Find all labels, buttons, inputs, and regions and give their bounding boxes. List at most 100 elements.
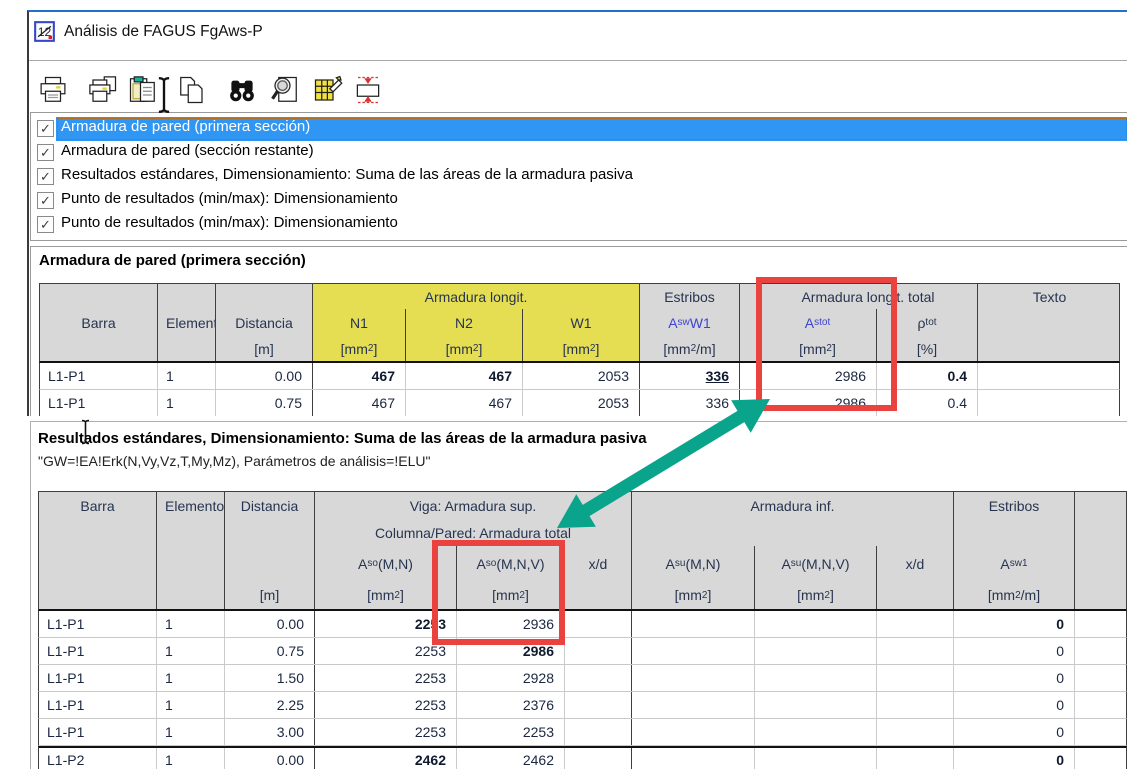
- cell-elemento: 1: [156, 748, 224, 769]
- col-xd: x/d: [876, 546, 953, 581]
- cell-w1: 2053: [522, 363, 639, 389]
- list-item-punto-resultados-1[interactable]: ✓ Punto de resultados (min/max): Dimensi…: [31, 189, 1127, 213]
- cell-n2: 467: [405, 390, 522, 416]
- unit-pct: [%]: [876, 336, 977, 361]
- cell-distancia: 1.50: [224, 665, 314, 691]
- cell-aso-mn: 2253: [314, 692, 456, 718]
- cell-n2: 467: [405, 363, 522, 389]
- table-row: L1-P1 1 2.25 2253 2376 0: [38, 692, 1127, 719]
- section-heading: Resultados estándares, Dimensionamiento:…: [38, 430, 647, 447]
- col-aso-mn: Aso(M,N): [314, 546, 456, 581]
- cell-rho: 0.4: [876, 390, 977, 416]
- cell-xd: [876, 665, 953, 691]
- list-item-label: Resultados estándares, Dimensionamiento:…: [61, 166, 633, 183]
- list-item-label: Armadura de pared (primera sección): [61, 118, 310, 135]
- group-armadura-total: Armadura longit. total: [758, 284, 977, 309]
- window-title: Análisis de FAGUS FgAws-P: [64, 23, 263, 41]
- col-xd: x/d: [564, 546, 631, 581]
- table-row: L1-P1 1 3.00 2253 2253 0: [38, 719, 1127, 746]
- col-w1: W1: [522, 309, 639, 336]
- list-item-punto-resultados-2[interactable]: ✓ Punto de resultados (min/max): Dimensi…: [31, 213, 1127, 237]
- table-row: L1-P2 1 0.00 2462 2462 0: [38, 746, 1127, 769]
- cell-asu-mn: [631, 665, 754, 691]
- check-icon: ✓: [40, 170, 51, 183]
- unit-mm2: [mm2]: [758, 336, 876, 361]
- list-item-resultados-estandares[interactable]: ✓ Resultados estándares, Dimensionamient…: [31, 165, 1127, 189]
- col-asw-w1: Asw W1: [639, 309, 739, 336]
- cell-asu-mn: [631, 692, 754, 718]
- checkbox[interactable]: ✓: [37, 192, 54, 209]
- col-n2: N2: [405, 309, 522, 336]
- unit-mm2m: [mm2/m]: [639, 336, 739, 361]
- col-barra: Barra: [39, 492, 156, 520]
- list-item-armadura-restante[interactable]: ✓ Armadura de pared (sección restante): [31, 141, 1127, 165]
- cell-aso-mnv: 2462: [456, 748, 564, 769]
- group-armadura-longit: Armadura longit.: [312, 284, 639, 309]
- cell-asw1: 0: [953, 748, 1074, 769]
- group-estribos: Estribos: [639, 284, 739, 309]
- cell-distancia: 0.75: [224, 638, 314, 664]
- cell-aso-mnv: 2253: [456, 719, 564, 745]
- print-icon[interactable]: [38, 75, 68, 105]
- table-row: L1-P1 1 0.75 2253 2986 0: [38, 638, 1127, 665]
- list-item-armadura-primera[interactable]: ✓ Armadura de pared (primera sección): [31, 117, 1127, 141]
- table-row: L1-P1 1 0.75 467 467 2053 336 2986 0.4: [39, 390, 1120, 416]
- cell-aso-mnv: 2936: [456, 611, 564, 637]
- fit-page-height-icon[interactable]: [353, 75, 383, 105]
- cell-asu-mnv: [754, 665, 876, 691]
- col-astot: Astot: [758, 309, 876, 336]
- find-icon[interactable]: [227, 75, 257, 105]
- col-rho-tot: ρtot: [876, 309, 977, 336]
- col-aso-mnv: Aso(M,N,V): [456, 546, 564, 581]
- cell-aso-mn: 2253: [314, 719, 456, 745]
- cell-asw1: 0: [953, 719, 1074, 745]
- cell-distancia: 0.00: [215, 363, 312, 389]
- table-row: L1-P1 1 1.50 2253 2928 0: [38, 665, 1127, 692]
- unit-mm2: [mm2]: [631, 581, 754, 609]
- unit-m: [m]: [224, 581, 314, 609]
- checkbox[interactable]: ✓: [37, 168, 54, 185]
- cell-xd: [564, 665, 631, 691]
- cell-distancia: 3.00: [224, 719, 314, 745]
- section-armadura-pared: Armadura de pared (primera sección) Arma…: [30, 246, 1127, 416]
- cell-xd: [876, 719, 953, 745]
- resultados-window: Resultados estándares, Dimensionamiento:…: [30, 421, 1127, 769]
- print-options-icon[interactable]: [88, 75, 118, 105]
- group-texto: Texto: [977, 284, 1121, 309]
- unit-m: [m]: [215, 336, 312, 361]
- checkbox[interactable]: ✓: [37, 216, 54, 233]
- cell-distancia: 2.25: [224, 692, 314, 718]
- cell-texto: [977, 363, 1121, 389]
- cell-xd: [564, 748, 631, 769]
- checkbox[interactable]: ✓: [37, 120, 54, 137]
- cell-barra: L1-P1: [40, 390, 157, 416]
- unit-mm2: [mm2]: [522, 336, 639, 361]
- cell-astot: 2986: [758, 390, 876, 416]
- cell-w1: 2053: [522, 390, 639, 416]
- cell-aso-mn: 2253: [314, 665, 456, 691]
- col-barra: Barra: [40, 309, 157, 336]
- copy-to-clipboard-icon[interactable]: [128, 75, 158, 105]
- section-subtitle: "GW=!EA!Erk(N,Vy,Vz,T,My,Mz), Parámetros…: [38, 453, 430, 469]
- cell-asw1: 0: [953, 638, 1074, 664]
- cell-elemento: 1: [156, 692, 224, 718]
- zoom-page-icon[interactable]: [270, 75, 300, 105]
- unit-mm2: [mm2]: [314, 581, 456, 609]
- cell-aso-mnv: 2376: [456, 692, 564, 718]
- cell-asw1: 0: [953, 665, 1074, 691]
- check-icon: ✓: [40, 146, 51, 159]
- cell-distancia: 0.00: [224, 611, 314, 637]
- col-elemento: Elemento: [157, 309, 215, 336]
- cell-asu-mn: [631, 638, 754, 664]
- col-n1: N1: [312, 309, 405, 336]
- cell-barra: L1-P1: [40, 363, 157, 389]
- group-armadura-inf: Armadura inf.: [631, 492, 953, 520]
- unit-mm2: [mm2]: [405, 336, 522, 361]
- cell-elemento: 1: [156, 611, 224, 637]
- cell-elemento: 1: [156, 638, 224, 664]
- edit-output-icon[interactable]: [313, 75, 343, 105]
- cell-aso-mn: 2253: [314, 638, 456, 664]
- copy-icon[interactable]: [177, 75, 207, 105]
- col-distancia: Distancia: [224, 492, 314, 520]
- checkbox[interactable]: ✓: [37, 144, 54, 161]
